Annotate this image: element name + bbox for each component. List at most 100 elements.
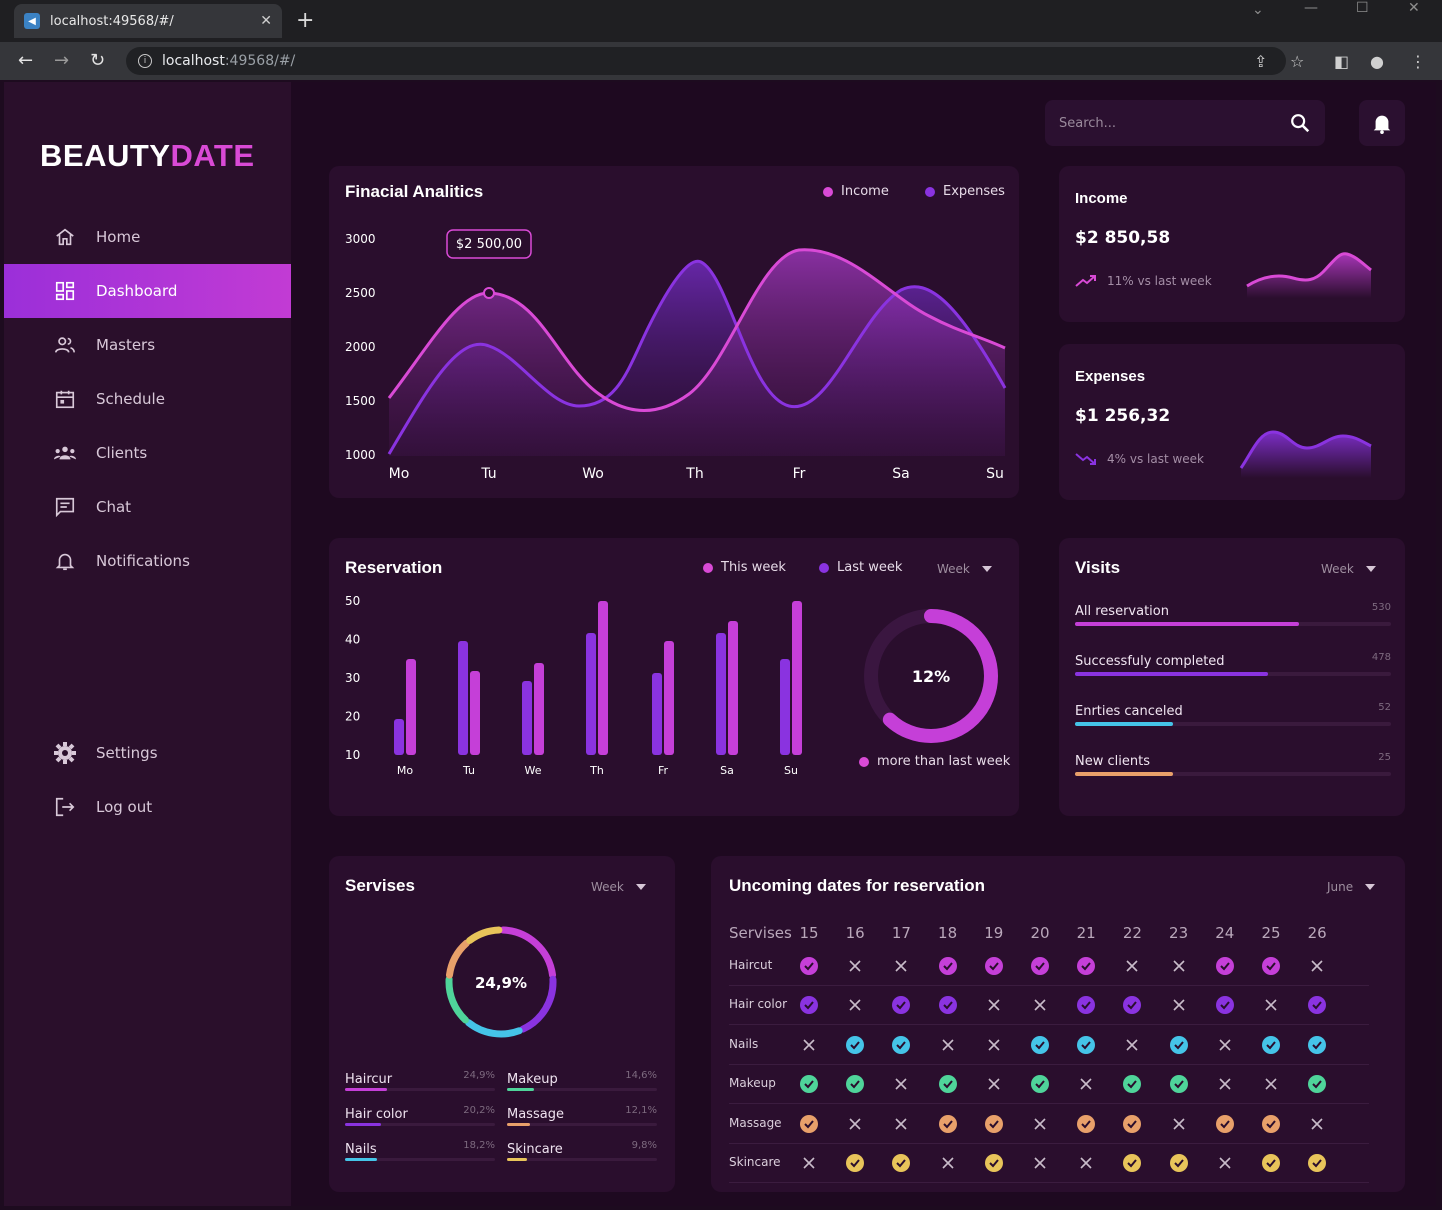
check-icon[interactable] xyxy=(1169,1075,1188,1094)
cross-icon[interactable] xyxy=(846,957,864,975)
cross-icon[interactable] xyxy=(1170,1115,1188,1133)
check-icon[interactable] xyxy=(846,1035,865,1054)
check-icon[interactable] xyxy=(800,1114,818,1133)
cross-icon[interactable] xyxy=(985,1075,1003,1093)
bar-last-week[interactable] xyxy=(522,681,532,755)
cross-icon[interactable] xyxy=(1123,1036,1141,1054)
cross-icon[interactable] xyxy=(1031,1154,1049,1172)
cross-icon[interactable] xyxy=(1170,996,1188,1014)
sidebar-item-logout[interactable]: Log out xyxy=(4,780,291,834)
browser-menu-icon[interactable]: ⋮ xyxy=(1410,52,1426,71)
cross-icon[interactable] xyxy=(892,1075,910,1093)
check-icon[interactable] xyxy=(1077,1114,1096,1133)
check-icon[interactable] xyxy=(1169,1035,1188,1054)
cross-icon[interactable] xyxy=(1308,1115,1326,1133)
side-panel-icon[interactable]: ◧ xyxy=(1334,52,1349,71)
sidebar-item-masters[interactable]: Masters xyxy=(4,318,291,372)
month-dropdown[interactable]: June xyxy=(1327,880,1376,894)
check-icon[interactable] xyxy=(984,1114,1003,1133)
check-icon[interactable] xyxy=(800,957,818,975)
bar-last-week[interactable] xyxy=(458,641,468,755)
bar-last-week[interactable] xyxy=(652,673,662,755)
check-icon[interactable] xyxy=(1262,957,1280,975)
check-icon[interactable] xyxy=(846,1075,865,1094)
cross-icon[interactable] xyxy=(1216,1154,1234,1172)
cross-icon[interactable] xyxy=(1216,1075,1234,1093)
check-icon[interactable] xyxy=(846,1154,865,1172)
search-input[interactable]: Search... xyxy=(1045,100,1325,146)
cross-icon[interactable] xyxy=(1031,1115,1049,1133)
sidebar-item-notifications[interactable]: Notifications xyxy=(4,534,291,588)
browser-tab[interactable]: ◀ localhost:49568/#/ ✕ xyxy=(14,4,282,38)
check-icon[interactable] xyxy=(1308,996,1327,1015)
cross-icon[interactable] xyxy=(846,996,864,1014)
bar-last-week[interactable] xyxy=(780,659,790,755)
check-icon[interactable] xyxy=(938,1075,957,1094)
check-icon[interactable] xyxy=(1123,1154,1142,1172)
cross-icon[interactable] xyxy=(800,1154,818,1172)
check-icon[interactable] xyxy=(1077,957,1096,975)
close-window-icon[interactable]: ✕ xyxy=(1408,0,1420,20)
forward-arrow-icon[interactable]: → xyxy=(54,50,69,71)
check-icon[interactable] xyxy=(938,1114,957,1133)
check-icon[interactable] xyxy=(892,1035,911,1054)
bar-this-week[interactable] xyxy=(470,671,480,755)
cross-icon[interactable] xyxy=(1308,957,1326,975)
maximize-icon[interactable]: ☐ xyxy=(1356,0,1369,20)
bar-this-week[interactable] xyxy=(792,601,802,755)
income-point-marker[interactable] xyxy=(483,287,495,299)
check-icon[interactable] xyxy=(1169,1154,1188,1172)
share-icon[interactable]: ⇪ xyxy=(1254,52,1267,71)
check-icon[interactable] xyxy=(1123,1075,1142,1094)
check-icon[interactable] xyxy=(1031,1035,1049,1054)
profile-icon[interactable]: ● xyxy=(1370,52,1384,71)
sidebar-item-home[interactable]: Home xyxy=(4,210,291,264)
notifications-button[interactable] xyxy=(1359,100,1405,146)
cross-icon[interactable] xyxy=(985,996,1003,1014)
check-icon[interactable] xyxy=(1215,957,1234,975)
cross-icon[interactable] xyxy=(1031,996,1049,1014)
check-icon[interactable] xyxy=(984,1154,1003,1172)
reload-icon[interactable]: ↻ xyxy=(90,50,105,71)
donut-segment[interactable] xyxy=(465,1019,523,1038)
check-icon[interactable] xyxy=(1308,1154,1327,1172)
check-icon[interactable] xyxy=(938,957,957,975)
bar-this-week[interactable] xyxy=(406,659,416,755)
cross-icon[interactable] xyxy=(1170,957,1188,975)
check-icon[interactable] xyxy=(1031,1075,1049,1094)
cross-icon[interactable] xyxy=(1216,1036,1234,1054)
cross-icon[interactable] xyxy=(1262,1075,1280,1093)
search-icon[interactable] xyxy=(1289,112,1311,134)
bar-this-week[interactable] xyxy=(598,601,608,755)
check-icon[interactable] xyxy=(938,996,957,1015)
check-icon[interactable] xyxy=(1077,996,1096,1015)
check-icon[interactable] xyxy=(984,957,1003,975)
donut-segment[interactable] xyxy=(519,975,557,1033)
cross-icon[interactable] xyxy=(1077,1154,1095,1172)
check-icon[interactable] xyxy=(892,996,911,1015)
sidebar-item-schedule[interactable]: Schedule xyxy=(4,372,291,426)
cross-icon[interactable] xyxy=(892,1115,910,1133)
cross-icon[interactable] xyxy=(985,1036,1003,1054)
donut-segment[interactable] xyxy=(445,939,470,979)
bar-this-week[interactable] xyxy=(534,663,544,755)
bar-last-week[interactable] xyxy=(394,719,404,755)
sidebar-item-clients[interactable]: Clients xyxy=(4,426,291,480)
donut-segment[interactable] xyxy=(445,975,469,1024)
visits-period-dropdown[interactable]: Week xyxy=(1321,562,1376,576)
cross-icon[interactable] xyxy=(1262,996,1280,1014)
sidebar-item-settings[interactable]: Settings xyxy=(4,726,291,780)
check-icon[interactable] xyxy=(1123,1114,1142,1133)
sidebar-item-chat[interactable]: Chat xyxy=(4,480,291,534)
bar-this-week[interactable] xyxy=(728,621,738,755)
donut-segment[interactable] xyxy=(466,926,503,944)
bar-last-week[interactable] xyxy=(716,633,726,755)
cross-icon[interactable] xyxy=(939,1154,957,1172)
cross-icon[interactable] xyxy=(1077,1075,1095,1093)
bar-this-week[interactable] xyxy=(664,641,674,755)
check-icon[interactable] xyxy=(800,996,818,1015)
check-icon[interactable] xyxy=(1031,957,1049,975)
cross-icon[interactable] xyxy=(892,957,910,975)
check-icon[interactable] xyxy=(1308,1075,1327,1094)
sidebar-item-dashboard[interactable]: Dashboard xyxy=(4,264,291,318)
